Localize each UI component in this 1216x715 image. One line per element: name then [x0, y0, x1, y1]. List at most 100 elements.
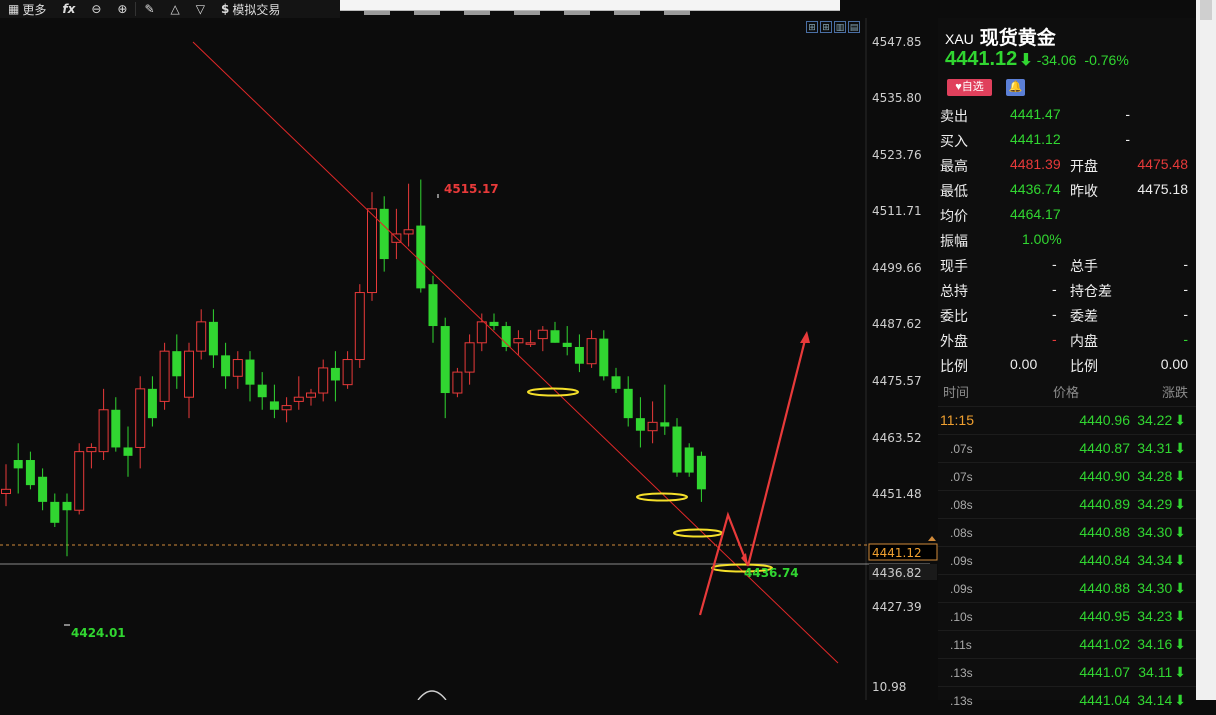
quote-label: 总持: [940, 283, 968, 299]
candle-body[interactable]: [635, 418, 645, 431]
candle-body[interactable]: [696, 455, 706, 490]
candle-body[interactable]: [684, 447, 694, 473]
scrollbar-thumb[interactable]: [1200, 0, 1212, 20]
candle-body[interactable]: [574, 346, 584, 364]
candle-body[interactable]: [647, 421, 658, 432]
zoom-in-button[interactable]: ⊕: [109, 0, 135, 18]
draw-button[interactable]: ✎: [136, 0, 162, 18]
quote-row: 卖出 4441.47 -: [938, 102, 1196, 127]
tick-row: .09s 4440.88 34.30 ⬇: [938, 574, 1196, 603]
candle-body[interactable]: [62, 501, 72, 511]
quote-label: 最高: [940, 158, 968, 174]
quote-row: 总持 - 持仓差 -: [938, 277, 1196, 302]
candle-body[interactable]: [318, 367, 329, 394]
down-arrow-icon: ⬇: [1174, 664, 1186, 680]
candle-body[interactable]: [476, 321, 487, 344]
candle-body[interactable]: [416, 225, 426, 289]
split-button[interactable]: ▥: [834, 21, 846, 33]
candle-body[interactable]: [221, 355, 231, 377]
low-label: 4424.01: [71, 626, 126, 640]
candle-body[interactable]: [232, 359, 243, 377]
quote-row: 现手 - 总手 -: [938, 252, 1196, 277]
page-scrollbar[interactable]: [1196, 0, 1216, 700]
candle-body[interactable]: [660, 422, 670, 427]
cursor-shape: [417, 690, 447, 700]
fx-button[interactable]: fx: [54, 0, 83, 18]
layout-split-button[interactable]: ⊞: [820, 21, 832, 33]
candle-body[interactable]: [1, 488, 11, 495]
candle-body[interactable]: [184, 350, 194, 398]
candle-body[interactable]: [86, 446, 97, 453]
candle-body[interactable]: [599, 338, 609, 377]
quote-value: -: [1052, 306, 1057, 322]
candle-body[interactable]: [537, 329, 548, 340]
candle-body[interactable]: [269, 401, 279, 410]
down-arrow-icon: ⬇: [1174, 608, 1186, 624]
candle-body[interactable]: [147, 388, 157, 419]
add-favorite-button[interactable]: ♥自选: [947, 79, 992, 96]
candle-body[interactable]: [440, 326, 450, 394]
tick-change-value: 34.11: [1138, 664, 1173, 680]
tick-row: .13s 4441.04 34.14 ⬇: [938, 686, 1196, 715]
candle-body[interactable]: [354, 292, 365, 361]
forecast-up-arrow[interactable]: [746, 339, 807, 567]
candle-body[interactable]: [172, 351, 182, 377]
candle-body[interactable]: [342, 359, 353, 386]
candle-body[interactable]: [25, 460, 35, 486]
candle-body[interactable]: [98, 409, 109, 453]
candle-body[interactable]: [428, 284, 438, 327]
candle-body[interactable]: [257, 384, 267, 398]
alert-button[interactable]: 🔔: [1006, 79, 1025, 96]
quote-row: 外盘 - 内盘 -: [938, 327, 1196, 352]
candle-body[interactable]: [489, 321, 499, 327]
triangle-down-button[interactable]: ▽: [188, 0, 213, 18]
candle-body[interactable]: [111, 409, 121, 448]
candle-body[interactable]: [38, 476, 48, 502]
down-arrow-icon: ⬇: [1019, 52, 1033, 69]
candle-body[interactable]: [281, 405, 292, 411]
candlestick-chart[interactable]: 4547.85 4535.80 4523.76 4511.71 4499.66 4487.…: [0, 0, 938, 700]
trend-line[interactable]: [192, 41, 839, 664]
candle-body[interactable]: [452, 371, 463, 394]
candle-body[interactable]: [525, 342, 536, 345]
candle-body[interactable]: [367, 208, 377, 294]
candle-body[interactable]: [196, 321, 207, 352]
candle-body[interactable]: [403, 229, 414, 235]
candle-body[interactable]: [135, 388, 146, 448]
chart-type-button[interactable]: ▤: [848, 21, 860, 33]
candle-body[interactable]: [464, 342, 475, 373]
candle-body[interactable]: [123, 447, 133, 456]
tick-time: .10s: [950, 610, 973, 624]
candle-body[interactable]: [245, 359, 255, 385]
candle-body[interactable]: [586, 338, 597, 365]
price-change: -34.06: [1036, 52, 1077, 68]
current-price-tag-text: 4441.12: [872, 546, 922, 560]
candle-body[interactable]: [672, 426, 682, 473]
candle-body[interactable]: [50, 501, 60, 523]
support-marker-3[interactable]: [673, 528, 723, 538]
candle-body[interactable]: [623, 388, 633, 419]
candle-body[interactable]: [611, 376, 621, 389]
more-button[interactable]: ▦ 更多: [0, 0, 54, 18]
triangle-up-button[interactable]: △: [163, 0, 188, 18]
candle-body[interactable]: [550, 330, 560, 343]
candle-body[interactable]: [306, 392, 316, 398]
candle-body[interactable]: [330, 367, 340, 381]
support-marker-1[interactable]: [527, 387, 579, 397]
candle-body[interactable]: [379, 208, 389, 260]
zoom-out-button[interactable]: ⊖: [83, 0, 109, 18]
candle-body[interactable]: [293, 396, 304, 402]
candle-body[interactable]: [159, 350, 170, 402]
low-price-tag-text: 4436.82: [872, 566, 922, 580]
high-label: 4515.17: [444, 182, 499, 196]
simulated-trade-button[interactable]: $ 模拟交易: [213, 0, 288, 18]
support-marker-2[interactable]: [636, 492, 688, 502]
candle-body[interactable]: [74, 451, 85, 511]
candle-body[interactable]: [208, 321, 218, 356]
candle-body[interactable]: [13, 460, 23, 469]
layout-button[interactable]: ⊞: [806, 21, 818, 33]
tick-row: .11s 4441.02 34.16 ⬇: [938, 630, 1196, 659]
candle-body[interactable]: [513, 338, 524, 344]
quote-label-2: 内盘: [1070, 333, 1098, 349]
candle-body[interactable]: [562, 342, 572, 347]
